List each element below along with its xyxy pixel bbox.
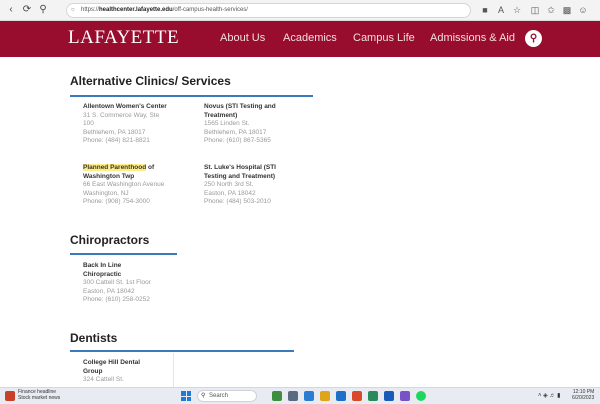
- clinic-name-cont[interactable]: Washington Twp: [83, 173, 164, 182]
- column-divider: [173, 353, 174, 387]
- task-view-icon[interactable]: [288, 391, 298, 401]
- clinic-name[interactable]: Novus (STI Testing and: [204, 103, 276, 112]
- windows-taskbar: Finance headline Stock market news ⚲ Sear…: [0, 387, 600, 404]
- read-aloud-icon[interactable]: A: [494, 3, 508, 17]
- clinic-card: College Hill Dental Group 324 Cattell St…: [83, 359, 140, 385]
- clinic-address-line: 250 North 3rd St.: [204, 181, 254, 189]
- clinic-address-line: 31 S. Commerce Way, Ste: [83, 111, 160, 119]
- taskbar-clock[interactable]: 12:10 PM 6/20/2023: [572, 389, 594, 401]
- clinic-name-cont[interactable]: Group: [83, 368, 140, 377]
- clinic-name-rest[interactable]: of: [146, 164, 154, 171]
- section-divider: [70, 350, 294, 352]
- teams-app-icon[interactable]: [400, 391, 410, 401]
- clinic-address-line: Easton, PA 18042: [204, 189, 256, 197]
- clinic-phone: Phone: (908) 754-3000: [83, 198, 150, 206]
- split-screen-icon[interactable]: ◫: [528, 3, 542, 17]
- refresh-icon[interactable]: ⟳: [20, 3, 34, 17]
- clinic-address-line: 300 Cattell St. 1st Floor: [83, 279, 151, 287]
- alternative-clinics-heading: Alternative Clinics/ Services: [70, 74, 231, 88]
- clinic-address-line: Easton, PA 18042: [83, 287, 135, 295]
- nav-admissions-aid[interactable]: Admissions & Aid: [430, 32, 515, 44]
- clinic-name-cont[interactable]: Chiropractic: [83, 271, 151, 280]
- search-icon: ⚲: [201, 393, 206, 399]
- clinic-name[interactable]: St. Luke's Hospital (STI: [204, 164, 276, 173]
- clinic-card: Novus (STI Testing and Treatment) 1565 L…: [204, 103, 276, 146]
- url-path: /off-campus-health-services/: [172, 7, 248, 13]
- clinic-address-line: Bethlehem, PA 18017: [204, 128, 267, 136]
- clinic-phone: Phone: (610) 867-5365: [204, 137, 271, 145]
- system-tray[interactable]: ˄ ◈ ♬ ▮: [538, 392, 560, 399]
- widgets-app-icon[interactable]: [272, 391, 282, 401]
- clinic-name[interactable]: College Hill Dental: [83, 359, 140, 368]
- clinic-phone: Phone: (610) 258-0252: [83, 296, 150, 304]
- clinic-address-line: 66 East Washington Avenue: [83, 181, 165, 189]
- clinic-name-cont[interactable]: Treatment): [204, 112, 276, 121]
- extension-icon[interactable]: ■: [478, 3, 492, 17]
- favorite-star-icon[interactable]: ☆: [510, 3, 524, 17]
- clinic-name[interactable]: Allentown Women's Center: [83, 103, 167, 112]
- nav-campus-life[interactable]: Campus Life: [353, 32, 415, 44]
- taskbar-search-placeholder: Search: [209, 393, 229, 399]
- spotify-app-icon[interactable]: [416, 391, 426, 401]
- clinic-card: Planned Parenthood of Washington Twp 66 …: [83, 164, 164, 207]
- news-widget[interactable]: Finance headline Stock market news: [18, 389, 60, 401]
- excel-app-icon[interactable]: [368, 391, 378, 401]
- outlook-app-icon[interactable]: [384, 391, 394, 401]
- url-host: healthcenter.lafayette.edu: [99, 7, 173, 13]
- address-bar[interactable]: ○ https://healthcenter.lafayette.edu/off-…: [66, 3, 471, 18]
- site-header: LAFAYETTE About Us Academics Campus Life…: [0, 21, 600, 57]
- clinic-card: St. Luke's Hospital (STI Testing and Tre…: [204, 164, 276, 207]
- browser-toolbar: ‹ ⟳ ⚲ ○ https://healthcenter.lafayette.ed…: [0, 0, 600, 21]
- clinic-address-line: 100: [83, 120, 94, 128]
- section-divider: [70, 95, 313, 97]
- chiropractors-heading: Chiropractors: [70, 233, 150, 247]
- clinic-address-line: 324 Cattell St.: [83, 376, 124, 384]
- news-widget-icon[interactable]: [5, 391, 15, 401]
- dentists-heading: Dentists: [70, 331, 118, 345]
- clinic-card: Allentown Women's Center 31 S. Commerce …: [83, 103, 167, 146]
- url-prefix: https://: [81, 7, 100, 13]
- clinic-address-line: 1565 Linden St.: [204, 120, 250, 128]
- clinic-name[interactable]: Back In Line: [83, 262, 151, 271]
- clock-date: 6/20/2023: [572, 395, 595, 401]
- file-explorer-icon[interactable]: [320, 391, 330, 401]
- lock-icon: ○: [71, 7, 75, 13]
- edge-app-icon[interactable]: [304, 391, 314, 401]
- clinic-phone: Phone: (484) 503-2010: [204, 198, 271, 206]
- office-app-icon[interactable]: [352, 391, 362, 401]
- news-subtitle: Stock market news: [18, 395, 61, 401]
- search-icon[interactable]: ⚲: [36, 3, 50, 17]
- clinic-address-line: Bethlehem, PA 18017: [83, 128, 146, 136]
- clinic-name-cont[interactable]: Testing and Treatment): [204, 173, 276, 182]
- clinic-address-line: Washington, NJ: [83, 189, 129, 197]
- site-logo[interactable]: LAFAYETTE: [68, 27, 179, 49]
- section-divider: [70, 253, 177, 255]
- back-icon[interactable]: ‹: [4, 3, 18, 17]
- collections-icon[interactable]: ▩: [560, 3, 574, 17]
- windows-start-icon[interactable]: [181, 391, 191, 401]
- site-search-button[interactable]: ⚲: [525, 30, 542, 47]
- nav-academics[interactable]: Academics: [283, 32, 337, 44]
- clinic-phone: Phone: (484) 821-8821: [83, 137, 150, 145]
- favorites-icon[interactable]: ✩: [544, 3, 558, 17]
- clinic-card: Back In Line Chiropractic 300 Cattell St…: [83, 262, 151, 305]
- nav-about-us[interactable]: About Us: [220, 32, 265, 44]
- clinic-name-highlight[interactable]: Planned Parenthood: [83, 164, 147, 171]
- taskbar-search[interactable]: ⚲ Search: [197, 390, 257, 402]
- profile-icon[interactable]: ☺: [576, 3, 590, 17]
- store-app-icon[interactable]: [336, 391, 346, 401]
